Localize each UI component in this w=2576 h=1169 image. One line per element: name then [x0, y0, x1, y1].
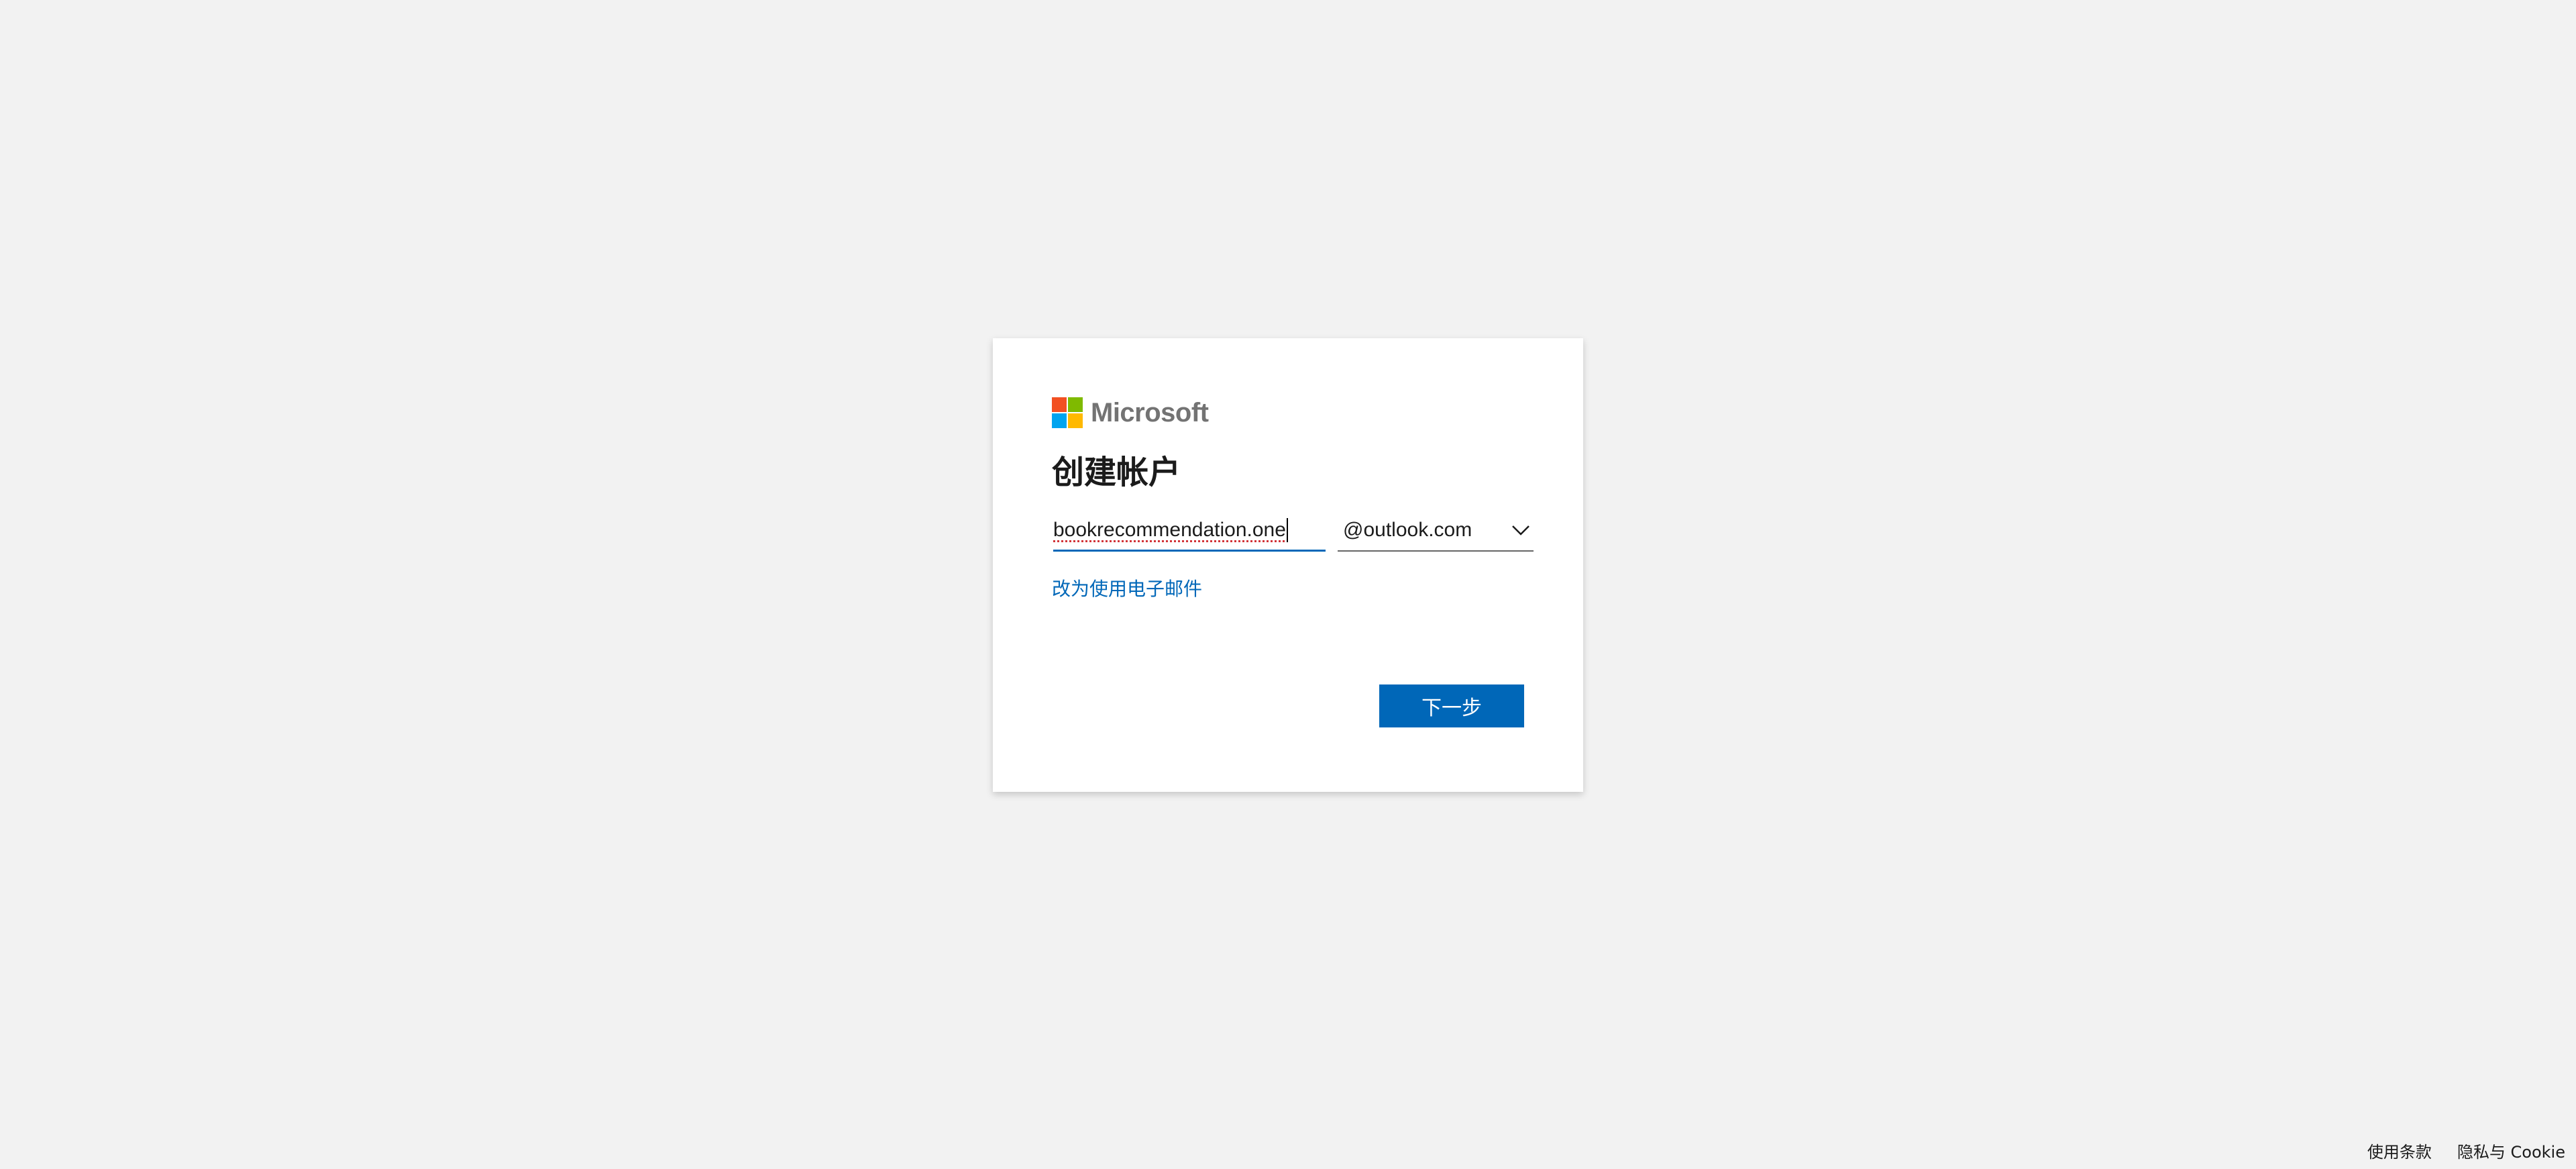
- username-input[interactable]: bookrecommendation.one: [1053, 510, 1326, 552]
- next-button[interactable]: 下一步: [1379, 684, 1524, 727]
- privacy-link[interactable]: 隐私与 Cookie: [2457, 1139, 2565, 1162]
- page: Microsoft 创建帐户 bookrecommendation.one @o…: [0, 0, 2576, 1169]
- chevron-down-icon: [1511, 520, 1531, 540]
- footer: 使用条款 隐私与 Cookie: [2367, 1139, 2565, 1162]
- terms-link[interactable]: 使用条款: [2367, 1139, 2432, 1162]
- username-value: bookrecommendation.one: [1053, 518, 1286, 541]
- signup-card: Microsoft 创建帐户 bookrecommendation.one @o…: [993, 338, 1583, 792]
- logo-text: Microsoft: [1091, 397, 1209, 427]
- text-caret: [1286, 517, 1288, 542]
- page-title: 创建帐户: [1052, 454, 1181, 491]
- domain-value: @outlook.com: [1343, 519, 1472, 541]
- microsoft-logo-icon: [1052, 397, 1083, 428]
- use-email-link[interactable]: 改为使用电子邮件: [1052, 574, 1202, 601]
- microsoft-logo: Microsoft: [1052, 396, 1209, 429]
- domain-select[interactable]: @outlook.com: [1338, 510, 1534, 552]
